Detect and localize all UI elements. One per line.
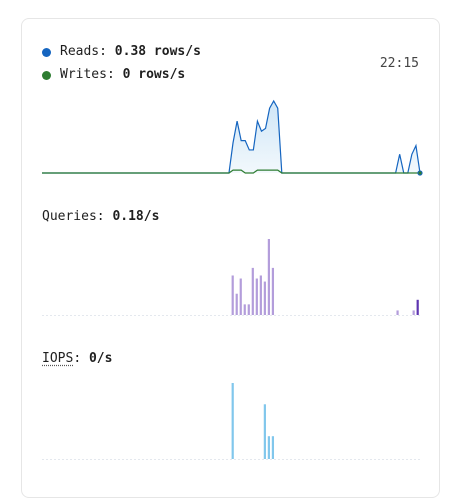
queries-label: Queries:: [42, 209, 105, 224]
queries-bar: [235, 293, 238, 315]
queries-bar: [239, 278, 242, 315]
queries-bar: [255, 278, 258, 315]
iops-bar: [271, 436, 275, 459]
writes-value: 0 rows/s: [122, 67, 186, 82]
queries-bar: [243, 304, 246, 315]
queries-header: Queries: 0.18/s: [42, 209, 159, 225]
reads-writes-chart: [42, 99, 423, 176]
iops-bar: [263, 404, 266, 459]
reads-dot: [42, 47, 51, 57]
writes-last-point: [418, 171, 422, 175]
reads-value: 0.38 rows/s: [114, 44, 201, 59]
iops-label[interactable]: IOPS: [42, 351, 73, 366]
queries-bar: [259, 275, 262, 315]
writes-dot: [42, 70, 51, 80]
iops-bar: [231, 383, 234, 459]
queries-chart: [42, 239, 420, 316]
reads-line: [42, 99, 421, 174]
iops-value: 0/s: [88, 351, 113, 366]
queries-bar: [396, 310, 399, 315]
iops-chart: [42, 383, 420, 460]
iops-header: IOPS: 0/s: [42, 351, 112, 367]
iops-bar: [267, 436, 270, 459]
legend-reads: Reads: 0.38 rows/s: [42, 44, 201, 60]
timestamp: 22:15: [379, 56, 419, 71]
queries-bar: [251, 267, 254, 315]
metrics-card: Reads: 0.38 rows/s Writes: 0 rows/s 22:1…: [21, 18, 440, 498]
queries-bar: [247, 304, 250, 315]
queries-bar: [271, 267, 275, 315]
queries-bar: [263, 281, 266, 315]
queries-bar: [412, 310, 415, 315]
queries-bar: [231, 275, 234, 315]
writes-label: Writes:: [60, 67, 115, 82]
queries-bar: [416, 299, 419, 315]
queries-bar: [267, 239, 270, 315]
legend-writes: Writes: 0 rows/s: [42, 67, 185, 83]
iops-separator: :: [73, 351, 82, 366]
reads-label: Reads:: [60, 44, 107, 59]
queries-value: 0.18/s: [112, 209, 160, 224]
